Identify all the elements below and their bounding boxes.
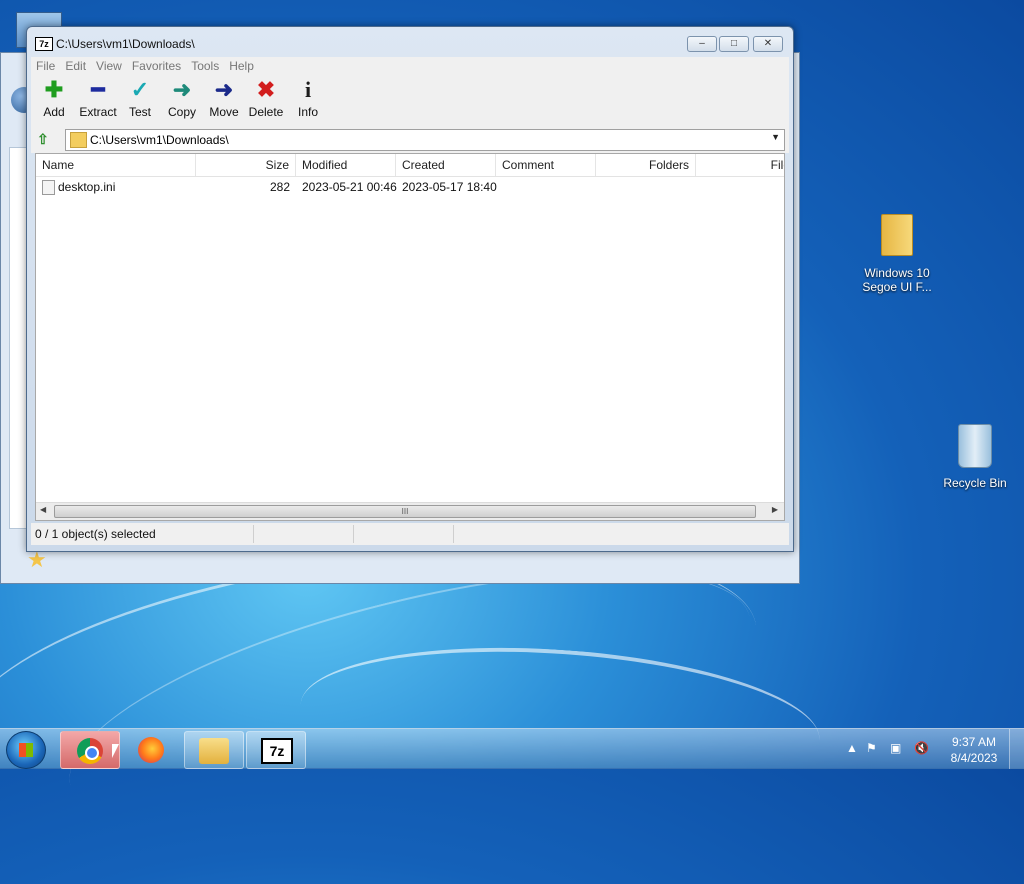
copy-button[interactable]: ➜ Copy — [159, 77, 205, 123]
start-button[interactable] — [6, 731, 46, 769]
address-combobox[interactable]: C:\Users\vm1\Downloads\ ▼ — [65, 129, 785, 151]
status-divider — [253, 525, 254, 543]
table-row[interactable]: desktop.ini 282 2023-05-21 00:46 2023-05… — [36, 178, 784, 196]
column-header-size[interactable]: Size — [196, 154, 296, 176]
test-icon: ✓ — [130, 77, 150, 102]
folder-icon — [70, 132, 87, 148]
column-header-modified[interactable]: Modified — [296, 154, 396, 176]
menu-favorites[interactable]: Favorites — [127, 57, 186, 75]
delete-button[interactable]: ✖ Delete — [243, 77, 289, 123]
info-label: Info — [297, 105, 318, 119]
column-header-name[interactable]: Name — [36, 154, 196, 176]
volume-muted-icon[interactable]: 🔇 — [914, 741, 929, 755]
info-button[interactable]: i Info — [285, 77, 331, 123]
file-icon — [42, 180, 55, 195]
sevenzip-window[interactable]: 7z C:\Users\vm1\Downloads\ – □ ✕ File Edi… — [26, 26, 794, 552]
address-path: C:\Users\vm1\Downloads\ — [90, 133, 229, 147]
file-name: desktop.ini — [58, 180, 116, 194]
extract-button[interactable]: ━ Extract — [75, 77, 121, 123]
column-header-created[interactable]: Created — [396, 154, 496, 176]
menu-bar: File Edit View Favorites Tools Help — [31, 57, 789, 75]
delete-icon: ✖ — [256, 77, 276, 102]
file-size: 282 — [269, 180, 290, 194]
add-label: Add — [43, 105, 65, 119]
mouse-cursor-icon — [112, 744, 119, 758]
menu-view[interactable]: View — [91, 57, 127, 75]
copy-label: Copy — [167, 105, 196, 119]
move-label: Move — [209, 105, 239, 119]
chrome-icon — [77, 738, 103, 764]
extract-label: Extract — [79, 105, 117, 119]
column-header-folders[interactable]: Folders — [596, 154, 696, 176]
delete-label: Delete — [248, 105, 284, 119]
taskbar-chrome[interactable] — [60, 731, 120, 769]
recycle-bin-label: Recycle Bin — [943, 476, 1007, 490]
tray-expand-icon[interactable]: ▲ — [846, 741, 858, 755]
test-button[interactable]: ✓ Test — [117, 77, 163, 123]
up-folder-icon[interactable]: ⇧ — [37, 131, 53, 147]
move-button[interactable]: ➜ Move — [201, 77, 247, 123]
recycle-bin-icon — [958, 424, 992, 468]
taskbar-firefox[interactable] — [122, 731, 180, 767]
column-header-comment[interactable]: Comment — [496, 154, 596, 176]
menu-edit[interactable]: Edit — [60, 57, 91, 75]
address-bar: ⇧ C:\Users\vm1\Downloads\ ▼ — [31, 127, 789, 153]
status-divider — [353, 525, 354, 543]
taskbar: 7z ▲ ⚑ ▣ 🔇 9:37 AM 8/4/2023 — [0, 728, 1024, 769]
sevenzip-icon: 7z — [261, 738, 293, 764]
clock-time: 9:37 AM — [951, 735, 997, 749]
status-bar: 0 / 1 object(s) selected — [31, 523, 789, 545]
menu-help[interactable]: Help — [224, 57, 259, 75]
column-header-files[interactable]: File — [696, 154, 784, 176]
desktop-folder-label-line2: Segoe UI F... — [862, 280, 932, 294]
clock[interactable]: 9:37 AM 8/4/2023 — [944, 734, 1004, 766]
list-header: Name Size Modified Created Comment Folde… — [36, 154, 784, 177]
close-button[interactable]: ✕ — [753, 36, 783, 52]
chevron-down-icon[interactable]: ▼ — [771, 132, 780, 142]
add-button[interactable]: ✚ Add — [31, 77, 77, 123]
folder-icon — [881, 214, 913, 256]
add-icon: ✚ — [44, 77, 64, 102]
info-icon: i — [304, 77, 312, 102]
menu-tools[interactable]: Tools — [186, 57, 224, 75]
desktop-folder-label-line1: Windows 10 — [864, 266, 930, 280]
file-list[interactable]: Name Size Modified Created Comment Folde… — [35, 153, 785, 521]
toolbar: ✚ Add ━ Extract ✓ Test ➜ Copy ➜ Move ✖ D… — [31, 75, 789, 128]
maximize-button[interactable]: □ — [719, 36, 749, 52]
clock-date: 8/4/2023 — [950, 751, 998, 765]
window-title: C:\Users\vm1\Downloads\ — [56, 37, 195, 51]
show-desktop-button[interactable] — [1009, 729, 1024, 769]
file-explorer-icon — [199, 738, 229, 764]
extract-icon: ━ — [91, 77, 105, 102]
desktop-recycle-bin[interactable]: Recycle Bin — [933, 424, 1017, 490]
minimize-button[interactable]: – — [687, 36, 717, 52]
status-selection: 0 / 1 object(s) selected — [35, 527, 156, 541]
copy-icon: ➜ — [172, 77, 192, 102]
menu-file[interactable]: File — [31, 57, 60, 75]
scroll-thumb[interactable]: III — [54, 505, 756, 518]
desktop-folder-windows10[interactable]: Windows 10 Segoe UI F... — [855, 214, 939, 294]
scroll-right-icon[interactable]: ▶ — [772, 505, 778, 514]
windows-logo-icon — [19, 743, 33, 757]
taskbar-explorer[interactable] — [184, 731, 244, 769]
horizontal-scrollbar[interactable]: ◀ III ▶ — [36, 502, 784, 520]
taskbar-7zip[interactable]: 7z — [246, 731, 306, 769]
move-icon: ➜ — [214, 77, 234, 102]
file-modified: 2023-05-21 00:46 — [302, 180, 397, 194]
test-label: Test — [128, 105, 151, 119]
file-created: 2023-05-17 18:40 — [402, 180, 497, 194]
title-bar[interactable]: 7z C:\Users\vm1\Downloads\ – □ ✕ — [27, 27, 793, 57]
app-icon: 7z — [35, 37, 53, 51]
status-divider — [453, 525, 454, 543]
network-icon[interactable]: ▣ — [890, 741, 901, 755]
scroll-left-icon[interactable]: ◀ — [40, 505, 46, 514]
firefox-icon — [138, 737, 164, 763]
action-center-icon[interactable]: ⚑ — [866, 741, 877, 755]
